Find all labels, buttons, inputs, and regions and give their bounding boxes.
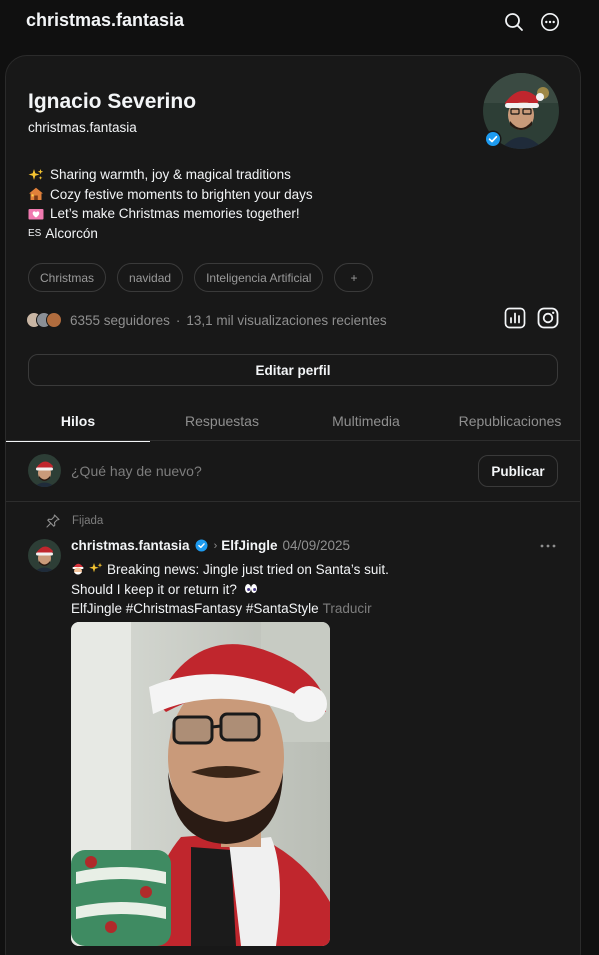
house-icon	[28, 187, 44, 201]
sparkles-icon	[28, 168, 44, 182]
profile-stats: 6355 seguidores · 13,1 mil visualizacion…	[26, 310, 387, 330]
add-tag-button[interactable]: +	[334, 263, 374, 292]
post-header: christmas.fantasia › ElfJingle 04/09/202…	[71, 538, 350, 553]
profile-handle: christmas.fantasia	[28, 120, 137, 135]
tag-chip[interactable]: Inteligencia Artificial	[194, 263, 324, 292]
profile-panel: Ignacio Severino christmas.fantasia Shar…	[5, 55, 581, 955]
tag-chip[interactable]: Christmas	[28, 263, 107, 292]
profile-tags: Christmas navidad Inteligencia Artificia…	[28, 263, 374, 292]
pinned-indicator: Fijada	[46, 514, 103, 528]
views-count: 13,1 mil visualizaciones recientes	[186, 312, 387, 328]
bio-line: Sharing warmth, joy & magical traditions	[28, 165, 313, 185]
top-bar: christmas.fantasia	[0, 0, 599, 44]
heart-letter-icon	[28, 207, 44, 221]
sparkles-icon	[89, 561, 103, 574]
bio-line: ES Alcorcón	[28, 224, 313, 244]
avatar[interactable]	[28, 539, 61, 572]
post-line: Breaking news: Jingle just tried on Sant…	[107, 562, 389, 577]
follower-avatars[interactable]	[26, 312, 66, 328]
post-more-icon[interactable]	[539, 539, 557, 553]
tab-republicaciones[interactable]: Republicaciones	[438, 401, 580, 441]
eyes-icon	[244, 581, 258, 594]
avatar	[46, 312, 62, 328]
search-icon[interactable]	[503, 11, 525, 33]
post-line: Should I keep it or return it?	[71, 581, 237, 597]
post-author[interactable]: christmas.fantasia	[71, 538, 190, 553]
publish-button[interactable]: Publicar	[478, 455, 558, 487]
instagram-icon[interactable]	[537, 307, 559, 329]
verified-badge-icon	[195, 539, 208, 552]
post-mention[interactable]: ElfJingle	[221, 538, 277, 553]
location-prefix: ES	[28, 227, 42, 239]
edit-profile-button[interactable]: Editar perfil	[28, 354, 558, 386]
composer-input[interactable]: ¿Qué hay de nuevo?	[71, 463, 202, 479]
pin-icon	[46, 514, 60, 528]
santa-icon	[71, 561, 85, 575]
bio-text: Let’s make Christmas memories together!	[50, 206, 300, 221]
bio-line: Let’s make Christmas memories together!	[28, 204, 313, 224]
post-hashtags[interactable]: ElfJingle #ChristmasFantasy #SantaStyle	[71, 601, 319, 616]
tab-hilos[interactable]: Hilos	[6, 401, 150, 442]
pinned-label: Fijada	[72, 515, 104, 527]
profile-name: Ignacio Severino	[28, 90, 197, 113]
post-image[interactable]	[71, 622, 330, 946]
bio-text: Cozy festive moments to brighten your da…	[50, 186, 313, 202]
tab-respuestas[interactable]: Respuestas	[150, 401, 294, 441]
bio-location: Alcorcón	[45, 225, 98, 241]
chevron-right-icon: ›	[213, 539, 218, 552]
avatar[interactable]	[28, 454, 61, 487]
post-body: Breaking news: Jingle just tried on Sant…	[71, 560, 389, 619]
page-title: christmas.fantasia	[26, 10, 185, 30]
verified-badge-icon	[484, 130, 502, 148]
profile-tabs: Hilos Respuestas Multimedia Republicacio…	[6, 401, 580, 442]
translate-link[interactable]: Traducir	[323, 601, 372, 616]
profile-bio: Sharing warmth, joy & magical traditions…	[28, 165, 313, 243]
stats-separator: ·	[175, 312, 181, 328]
insights-chart-icon[interactable]	[504, 307, 526, 329]
bio-text: Sharing warmth, joy & magical traditions	[50, 167, 291, 182]
tag-chip[interactable]: navidad	[117, 263, 184, 292]
more-circle-icon[interactable]	[539, 11, 561, 33]
post-date[interactable]: 04/09/2025	[283, 538, 351, 553]
bio-line: Cozy festive moments to brighten your da…	[28, 185, 313, 205]
post-composer: ¿Qué hay de nuevo? Publicar	[6, 442, 580, 502]
tab-multimedia[interactable]: Multimedia	[294, 401, 438, 441]
followers-count[interactable]: 6355 seguidores	[70, 313, 170, 328]
